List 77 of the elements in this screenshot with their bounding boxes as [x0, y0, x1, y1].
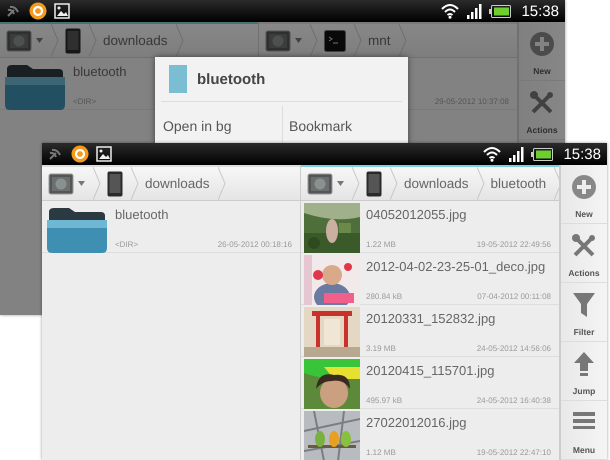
dialog-title: bluetooth	[197, 70, 266, 88]
terminal-icon[interactable]	[324, 30, 346, 52]
toolbar-button[interactable]: Actions	[519, 81, 565, 140]
chevron-separator	[390, 167, 398, 200]
battery-icon	[531, 148, 554, 160]
signal-icon	[466, 4, 482, 18]
folder-icon	[3, 63, 67, 111]
app-icon	[71, 145, 89, 163]
chevron-separator	[354, 24, 362, 57]
caret-icon[interactable]	[337, 181, 344, 186]
chevron-separator	[352, 167, 360, 200]
add-icon	[571, 174, 597, 200]
chevron-separator	[131, 167, 139, 200]
battery-icon	[489, 4, 512, 18]
file-size: 1.12 MB	[366, 448, 396, 457]
phone-icon[interactable]	[107, 170, 123, 196]
app-icon	[29, 2, 47, 20]
chevron-separator	[398, 24, 407, 57]
phone-icon[interactable]	[366, 170, 382, 196]
toolbar-button[interactable]: Menu	[561, 401, 607, 460]
file-date: 24-05-2012 14:56:06	[476, 344, 551, 353]
breadcrumb[interactable]: mnt	[362, 33, 399, 48]
file-name[interactable]: 20120415_115701.jpg	[366, 363, 551, 379]
file-date: 07-04-2012 00:11:08	[477, 292, 551, 301]
filter-icon	[572, 292, 596, 318]
tools-icon	[571, 233, 597, 259]
drive-icon[interactable]	[307, 172, 333, 194]
file-size: 495.97 kB	[366, 396, 402, 405]
toolbar-button[interactable]: New	[561, 165, 607, 224]
file-size: <DIR>	[115, 240, 138, 249]
chevron-separator	[93, 167, 101, 200]
dialog-option[interactable]: Bookmark	[283, 106, 408, 146]
breadcrumb[interactable]: downloads	[139, 176, 218, 191]
caret-icon[interactable]	[36, 38, 43, 43]
chevron-separator	[51, 24, 59, 57]
chevron-separator	[310, 24, 318, 57]
drive-icon[interactable]	[265, 30, 291, 52]
drive-icon[interactable]	[48, 172, 74, 194]
tools-icon	[529, 90, 555, 116]
file-size: 3.19 MB	[366, 344, 396, 353]
picture-icon	[96, 146, 112, 162]
caret-icon[interactable]	[295, 38, 302, 43]
file-date: 24-05-2012 16:40:38	[476, 396, 551, 405]
file-size: 280.84 kB	[366, 292, 402, 301]
file-size: 1.22 MB	[366, 240, 396, 249]
folder-color-icon	[169, 65, 187, 93]
toolbar-button[interactable]: New	[519, 22, 565, 81]
chevron-separator	[218, 167, 226, 200]
breadcrumb[interactable]: bluetooth	[484, 176, 554, 191]
chevron-separator	[176, 24, 184, 57]
clock: 15:38	[521, 2, 559, 20]
file-name[interactable]: 04052012055.jpg	[366, 207, 551, 223]
picture-icon	[54, 3, 70, 19]
wifi-icon	[441, 3, 460, 19]
chevron-separator	[89, 24, 97, 57]
file-date: 19-05-2012 22:49:56	[476, 240, 551, 249]
file-name[interactable]: 27022012016.jpg	[366, 415, 551, 431]
signal-icon	[508, 146, 524, 162]
file-name[interactable]: bluetooth	[115, 207, 292, 223]
drive-icon[interactable]	[6, 30, 32, 52]
menu-icon	[572, 410, 596, 430]
arrow-up-icon	[573, 351, 595, 377]
file-date: 26-05-2012 00:18:16	[218, 240, 292, 249]
toolbar-button[interactable]: Jump	[561, 342, 607, 401]
caret-icon[interactable]	[78, 181, 85, 186]
toolbar-button[interactable]: Actions	[561, 224, 607, 283]
breadcrumb[interactable]: downloads	[398, 176, 477, 191]
file-name[interactable]: 2012-04-02-23-25-01_deco.jpg	[366, 259, 551, 275]
wifi-icon	[483, 146, 502, 162]
add-icon	[529, 31, 555, 57]
folder-icon	[45, 206, 109, 254]
file-date: 19-05-2012 22:47:10	[476, 448, 551, 457]
toolbar-button[interactable]: Filter	[561, 283, 607, 342]
chevron-separator	[476, 167, 485, 200]
clock: 15:38	[563, 146, 601, 162]
file-name[interactable]: 20120331_152832.jpg	[366, 311, 551, 327]
breadcrumb[interactable]: downloads	[97, 33, 176, 48]
